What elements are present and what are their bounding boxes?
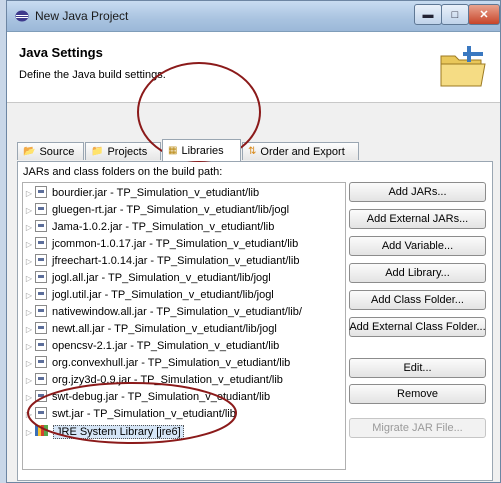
wizard-header: Java Settings Define the Java build sett… — [7, 32, 500, 103]
add-class-folder-button[interactable]: Add Class Folder... — [349, 290, 486, 310]
page-title: Java Settings — [19, 45, 103, 60]
java-project-folder-icon — [440, 46, 486, 87]
expand-arrow-icon[interactable]: ▷ — [23, 185, 35, 202]
library-entry[interactable]: ▷ swt.jar - TP_Simulation_v_etudiant/lib — [23, 406, 236, 423]
library-entry[interactable]: ▷ newt.all.jar - TP_Simulation_v_etudiant… — [23, 321, 277, 338]
expand-arrow-icon[interactable]: ▷ — [23, 406, 35, 423]
library-entry[interactable]: ▷ Jama-1.0.2.jar - TP_Simulation_v_etudia… — [23, 219, 274, 236]
expand-arrow-icon[interactable]: ▷ — [23, 270, 35, 287]
tab-order-and-export[interactable]: ⇅ Order and Export — [242, 142, 359, 160]
jre-system-library-entry[interactable]: ▷ JRE System Library [jre6] — [23, 424, 184, 441]
edit-button[interactable]: Edit... — [349, 358, 486, 378]
library-entry[interactable]: ▷ org.jzy3d-0.9.jar - TP_Simulation_v_etu… — [23, 372, 283, 389]
eclipse-icon — [15, 10, 29, 22]
build-path-label: JARs and class folders on the build path… — [23, 166, 223, 178]
maximize-button[interactable]: □ — [441, 4, 469, 25]
add-external-class-folder-button[interactable]: Add External Class Folder... — [349, 317, 486, 337]
migrate-jar-file-button: Migrate JAR File... — [349, 418, 486, 438]
minimize-button[interactable]: ▬ — [414, 4, 442, 25]
add-jars-button[interactable]: Add JARs... — [349, 182, 486, 202]
jar-icon — [35, 305, 47, 317]
expand-arrow-icon[interactable]: ▷ — [23, 236, 35, 253]
jar-icon — [35, 203, 47, 215]
jar-icon — [35, 339, 47, 351]
projects-icon: 📁 — [91, 146, 104, 157]
expand-arrow-icon[interactable]: ▷ — [23, 424, 35, 441]
add-external-jars-button[interactable]: Add External JARs... — [349, 209, 486, 229]
library-entry[interactable]: ▷ jogl.util.jar - TP_Simulation_v_etudian… — [23, 287, 274, 304]
page-subtitle: Define the Java build settings. — [19, 69, 166, 81]
jar-icon — [35, 288, 47, 300]
build-path-tree[interactable]: ▷ bourdier.jar - TP_Simulation_v_etudiant… — [22, 182, 346, 470]
expand-arrow-icon[interactable]: ▷ — [23, 389, 35, 406]
tab-libraries-label: Libraries — [181, 144, 224, 157]
window-title: New Java Project — [35, 9, 129, 23]
tab-source-label: Source — [39, 145, 75, 158]
expand-arrow-icon[interactable]: ▷ — [23, 287, 35, 304]
library-entry[interactable]: ▷ swt-debug.jar - TP_Simulation_v_etudian… — [23, 389, 270, 406]
jar-icon — [35, 407, 47, 419]
expand-arrow-icon[interactable]: ▷ — [23, 321, 35, 338]
jar-icon — [35, 390, 47, 402]
library-entry[interactable]: ▷ org.convexhull.jar - TP_Simulation_v_et… — [23, 355, 290, 372]
tab-libraries[interactable]: ▦ Libraries — [162, 139, 241, 161]
expand-arrow-icon[interactable]: ▷ — [23, 338, 35, 355]
jar-icon — [35, 237, 47, 249]
expand-arrow-icon[interactable]: ▷ — [23, 253, 35, 270]
library-entry[interactable]: ▷ jogl.all.jar - TP_Simulation_v_etudiant… — [23, 270, 271, 287]
order-export-icon: ⇅ — [248, 146, 257, 157]
close-button[interactable]: ✕ — [468, 4, 500, 25]
library-entry[interactable]: ▷ jcommon-1.0.17.jar - TP_Simulation_v_et… — [23, 236, 298, 253]
title-bar[interactable]: New Java Project ▬ □ ✕ — [7, 1, 500, 32]
tab-order-export-label: Order and Export — [260, 145, 345, 158]
tab-projects-label: Projects — [107, 145, 148, 158]
add-library-button[interactable]: Add Library... — [349, 263, 486, 283]
remove-button[interactable]: Remove — [349, 384, 486, 404]
tab-projects[interactable]: 📁 Projects — [85, 142, 161, 160]
jar-icon — [35, 220, 47, 232]
libraries-panel: JARs and class folders on the build path… — [17, 161, 493, 481]
libraries-icon: ▦ — [168, 145, 178, 156]
jar-icon — [35, 373, 47, 385]
library-entry[interactable]: ▷ nativewindow.all.jar - TP_Simulation_v_… — [23, 304, 302, 321]
tab-source[interactable]: 📂 Source — [17, 142, 84, 160]
expand-arrow-icon[interactable]: ▷ — [23, 372, 35, 389]
jar-icon — [35, 322, 47, 334]
source-folder-icon: 📂 — [23, 146, 36, 157]
jar-icon — [35, 186, 47, 198]
new-java-project-window: New Java Project ▬ □ ✕ Java Settings Def… — [6, 0, 501, 483]
library-entry[interactable]: ▷ opencsv-2.1.jar - TP_Simulation_v_etudi… — [23, 338, 279, 355]
jar-icon — [35, 356, 47, 368]
expand-arrow-icon[interactable]: ▷ — [23, 355, 35, 372]
expand-arrow-icon[interactable]: ▷ — [23, 304, 35, 321]
expand-arrow-icon[interactable]: ▷ — [23, 202, 35, 219]
jar-icon — [35, 254, 47, 266]
library-entry[interactable]: ▷ jfreechart-1.0.14.jar - TP_Simulation_v… — [23, 253, 299, 270]
library-container-icon — [35, 425, 48, 436]
jar-icon — [35, 271, 47, 283]
add-variable-button[interactable]: Add Variable... — [349, 236, 486, 256]
library-entry[interactable]: ▷ gluegen-rt.jar - TP_Simulation_v_etudia… — [23, 202, 289, 219]
expand-arrow-icon[interactable]: ▷ — [23, 219, 35, 236]
library-entry[interactable]: ▷ bourdier.jar - TP_Simulation_v_etudiant… — [23, 185, 259, 202]
